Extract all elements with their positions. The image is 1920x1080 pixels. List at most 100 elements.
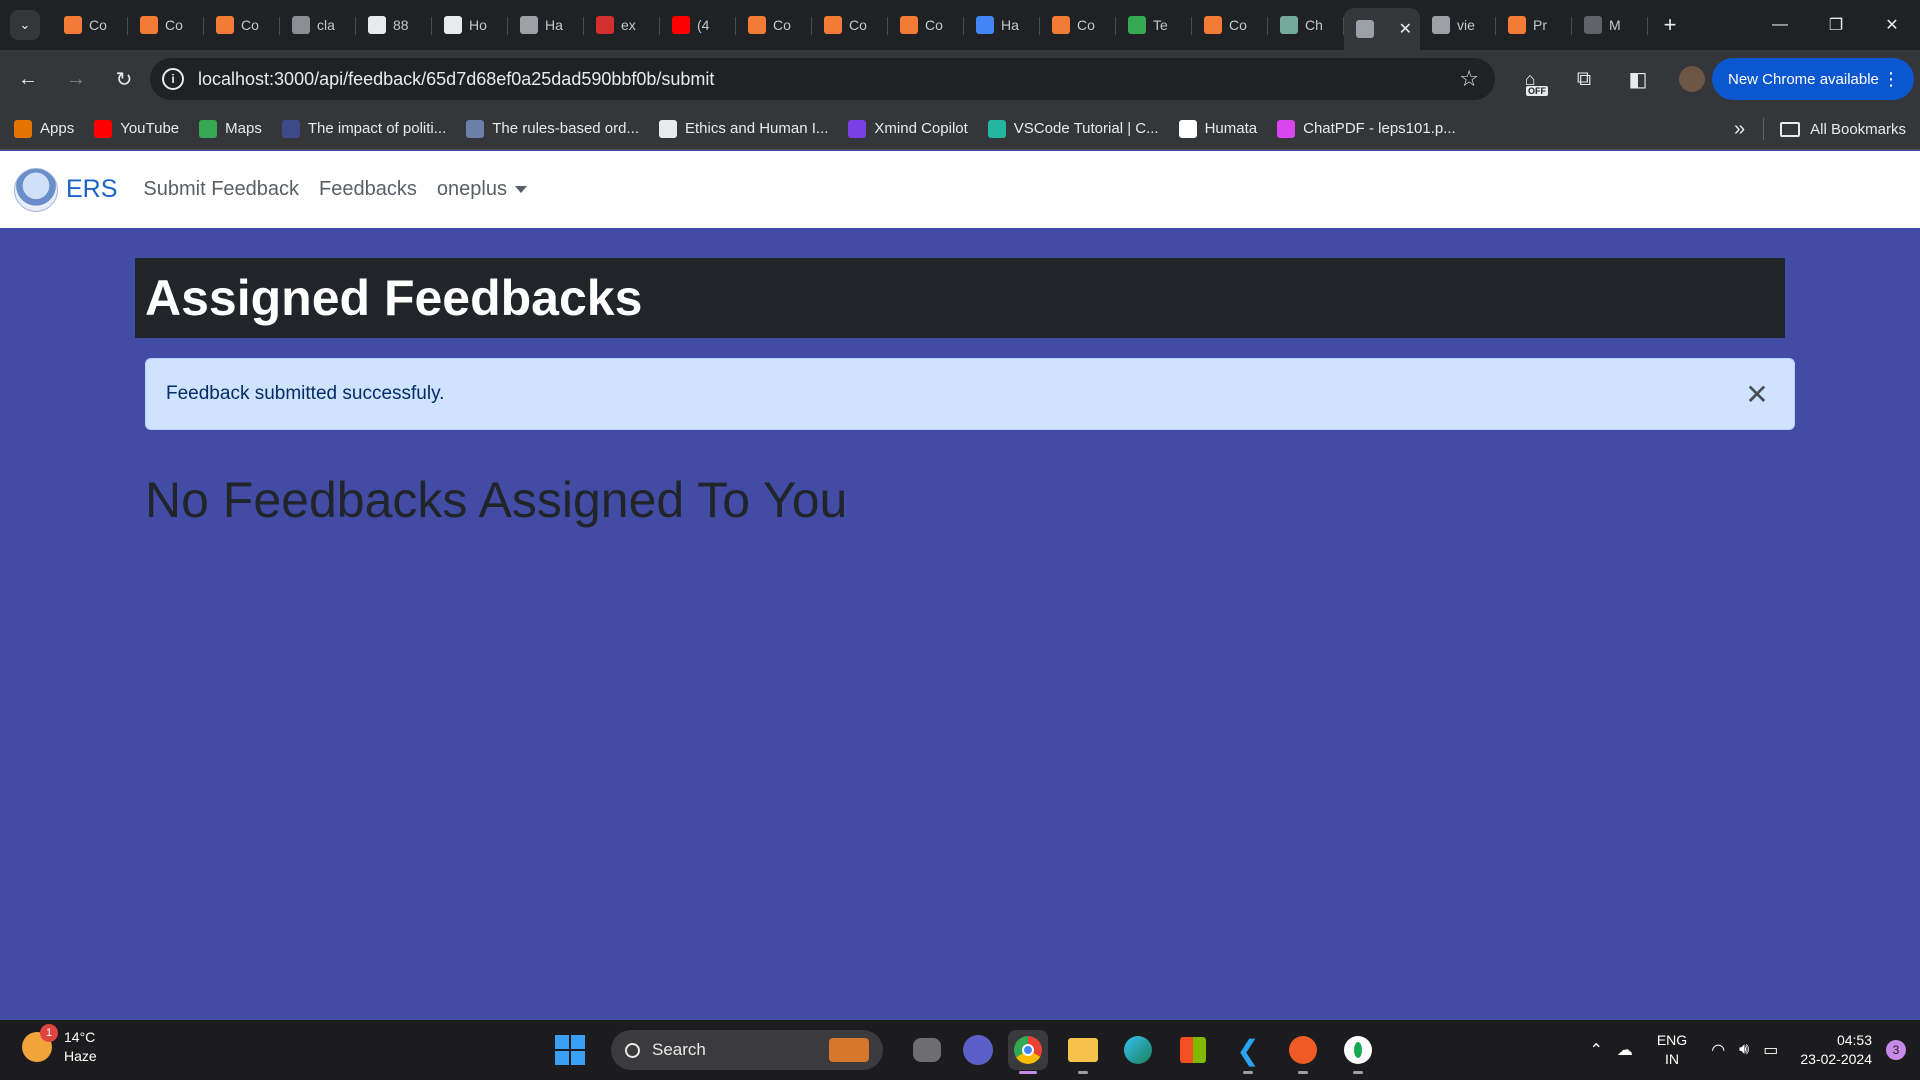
tab[interactable]: Co bbox=[1192, 7, 1268, 43]
new-tab-button[interactable]: + bbox=[1656, 11, 1684, 39]
bookmark-item[interactable]: Ethics and Human I... bbox=[659, 119, 828, 138]
tab-search-button[interactable]: ⌄ bbox=[10, 10, 40, 40]
chatgpt-icon bbox=[1280, 16, 1298, 34]
tab[interactable]: Co bbox=[812, 7, 888, 43]
volume-icon[interactable]: 🔊︎ bbox=[1739, 1041, 1749, 1059]
close-window-icon[interactable]: ✕ bbox=[1864, 0, 1920, 50]
bookmark-item[interactable]: Maps bbox=[199, 119, 262, 138]
taskbar-apps: Search ❮ bbox=[555, 1028, 1378, 1074]
tab[interactable]: 88 bbox=[356, 7, 432, 43]
postman-icon[interactable] bbox=[1283, 1030, 1323, 1074]
restore-icon[interactable]: ❐ bbox=[1808, 0, 1864, 50]
tab[interactable]: Co bbox=[1040, 7, 1116, 43]
mongodb-compass-icon[interactable] bbox=[1338, 1030, 1378, 1074]
bookmark-label: VSCode Tutorial | C... bbox=[1013, 120, 1159, 137]
tab[interactable]: Te bbox=[1116, 7, 1192, 43]
tab-label: Ho bbox=[469, 17, 487, 33]
brand-link[interactable]: ERS bbox=[66, 175, 117, 204]
search-icon bbox=[625, 1042, 640, 1058]
nav-submit-feedback[interactable]: Submit Feedback bbox=[143, 178, 299, 201]
coding-ninjas-icon bbox=[824, 16, 842, 34]
weather-desc: Haze bbox=[64, 1048, 97, 1064]
bookmark-item[interactable]: ChatPDF - leps101.p... bbox=[1277, 119, 1456, 138]
clock[interactable]: 04:53 23-02-2024 bbox=[1800, 1031, 1872, 1069]
task-view-icon[interactable] bbox=[913, 1038, 941, 1062]
edge-icon[interactable] bbox=[1118, 1030, 1158, 1070]
tab[interactable]: Ha bbox=[964, 7, 1040, 43]
browser-tab-strip: ⌄ Co Co Co cla 88 Ho Ha ex (4 Co Co Co Ha Co Te Co Ch ✕ vi… bbox=[0, 0, 1920, 50]
forward-button[interactable]: → bbox=[56, 59, 96, 99]
battery-icon[interactable]: ▭ bbox=[1763, 1040, 1778, 1060]
page-icon bbox=[292, 16, 310, 34]
nav-feedbacks[interactable]: Feedbacks bbox=[319, 178, 417, 201]
chrome-taskbar-icon[interactable] bbox=[1008, 1030, 1048, 1074]
bookmark-separator bbox=[1763, 118, 1765, 140]
clock-date: 23-02-2024 bbox=[1800, 1051, 1872, 1067]
bookmark-item[interactable]: VSCode Tutorial | C... bbox=[987, 119, 1159, 138]
person-icon bbox=[659, 119, 677, 138]
tab[interactable]: Co bbox=[888, 7, 964, 43]
tab[interactable]: Ho bbox=[432, 7, 508, 43]
tab-active[interactable]: ✕ bbox=[1344, 8, 1420, 50]
tab-close-icon[interactable]: ✕ bbox=[1399, 19, 1412, 39]
tab[interactable]: ex bbox=[584, 7, 660, 43]
coding-ninjas-icon bbox=[216, 16, 234, 34]
user-dropdown[interactable]: oneplus bbox=[437, 178, 527, 201]
address-bar[interactable]: i localhost:3000/api/feedback/65d7d68ef0… bbox=[150, 58, 1495, 100]
search-highlight-icon bbox=[829, 1038, 869, 1062]
close-icon[interactable]: ✕ bbox=[1740, 377, 1774, 411]
side-panel-icon[interactable]: ◧ bbox=[1618, 60, 1658, 98]
language-indicator[interactable]: ENG IN bbox=[1657, 1031, 1687, 1069]
all-bookmarks-link[interactable]: All Bookmarks bbox=[1810, 121, 1906, 138]
coding-ninjas-icon bbox=[748, 16, 766, 34]
ers-logo[interactable] bbox=[14, 167, 58, 212]
tab-label: vie bbox=[1457, 17, 1475, 33]
tab[interactable]: Pr bbox=[1496, 7, 1572, 43]
onedrive-cloud-icon[interactable]: ☁ bbox=[1617, 1040, 1633, 1060]
bookmark-item[interactable]: YouTube bbox=[94, 119, 179, 138]
tab-label: Pr bbox=[1533, 17, 1547, 33]
windows-start-icon[interactable] bbox=[555, 1035, 585, 1065]
tab[interactable]: Co bbox=[204, 7, 280, 43]
tab[interactable]: vie bbox=[1420, 7, 1496, 43]
tab[interactable]: Ch bbox=[1268, 7, 1344, 43]
windows-taskbar: 1 14°C Haze Search ❮ ⌃ ☁ ENG IN ◠ 🔊︎ ▭ 0… bbox=[0, 1020, 1920, 1080]
bookmark-item[interactable]: Apps bbox=[14, 119, 74, 138]
chevron-up-icon[interactable]: ⌃ bbox=[1589, 1040, 1602, 1060]
bookmark-star-icon[interactable]: ☆ bbox=[1459, 66, 1479, 92]
bookmark-item[interactable]: Xmind Copilot bbox=[848, 119, 968, 138]
extension-off-icon[interactable]: ⌂ OFF bbox=[1510, 60, 1550, 98]
chrome-menu-icon[interactable]: ⋮ bbox=[1882, 69, 1900, 90]
user-dropdown-label: oneplus bbox=[436, 178, 507, 200]
tab[interactable]: Co bbox=[128, 7, 204, 43]
bookmark-item[interactable]: The rules-based ord... bbox=[466, 119, 639, 138]
store-icon[interactable] bbox=[1173, 1030, 1213, 1070]
tab[interactable]: (4 bbox=[660, 7, 736, 43]
profile-avatar[interactable] bbox=[1672, 60, 1712, 98]
bookmark-item[interactable]: The impact of politi... bbox=[281, 119, 446, 138]
taskbar-search[interactable]: Search bbox=[611, 1030, 883, 1070]
new-chrome-available-button[interactable]: New Chrome available ⋮ bbox=[1712, 58, 1914, 100]
minimize-icon[interactable]: — bbox=[1752, 0, 1808, 50]
extension-off-badge: OFF bbox=[1526, 86, 1548, 96]
notification-badge[interactable]: 3 bbox=[1886, 1040, 1906, 1060]
globe-icon bbox=[1432, 16, 1450, 34]
back-button[interactable]: ← bbox=[8, 59, 48, 99]
bookmark-item[interactable]: Humata bbox=[1178, 119, 1257, 138]
vscode-icon[interactable]: ❮ bbox=[1228, 1030, 1268, 1074]
file-explorer-icon[interactable] bbox=[1063, 1030, 1103, 1074]
reload-button[interactable]: ↻ bbox=[104, 59, 144, 99]
weather-widget[interactable]: 1 14°C Haze bbox=[22, 1024, 97, 1066]
tab[interactable]: cla bbox=[280, 7, 356, 43]
tab[interactable]: M bbox=[1572, 7, 1648, 43]
wifi-icon[interactable]: ◠ bbox=[1711, 1040, 1725, 1060]
teams-chat-icon[interactable] bbox=[963, 1035, 993, 1065]
empty-state-message: No Feedbacks Assigned To You bbox=[145, 472, 848, 528]
tab[interactable]: Ha bbox=[508, 7, 584, 43]
extensions-puzzle-icon[interactable]: ⧉ bbox=[1564, 60, 1604, 98]
tab[interactable]: Co bbox=[52, 7, 128, 43]
site-info-icon[interactable]: i bbox=[162, 68, 184, 90]
tab[interactable]: Co bbox=[736, 7, 812, 43]
more-bookmarks-icon[interactable]: » bbox=[1734, 118, 1745, 141]
url-text[interactable]: localhost:3000/api/feedback/65d7d68ef0a2… bbox=[198, 69, 714, 90]
